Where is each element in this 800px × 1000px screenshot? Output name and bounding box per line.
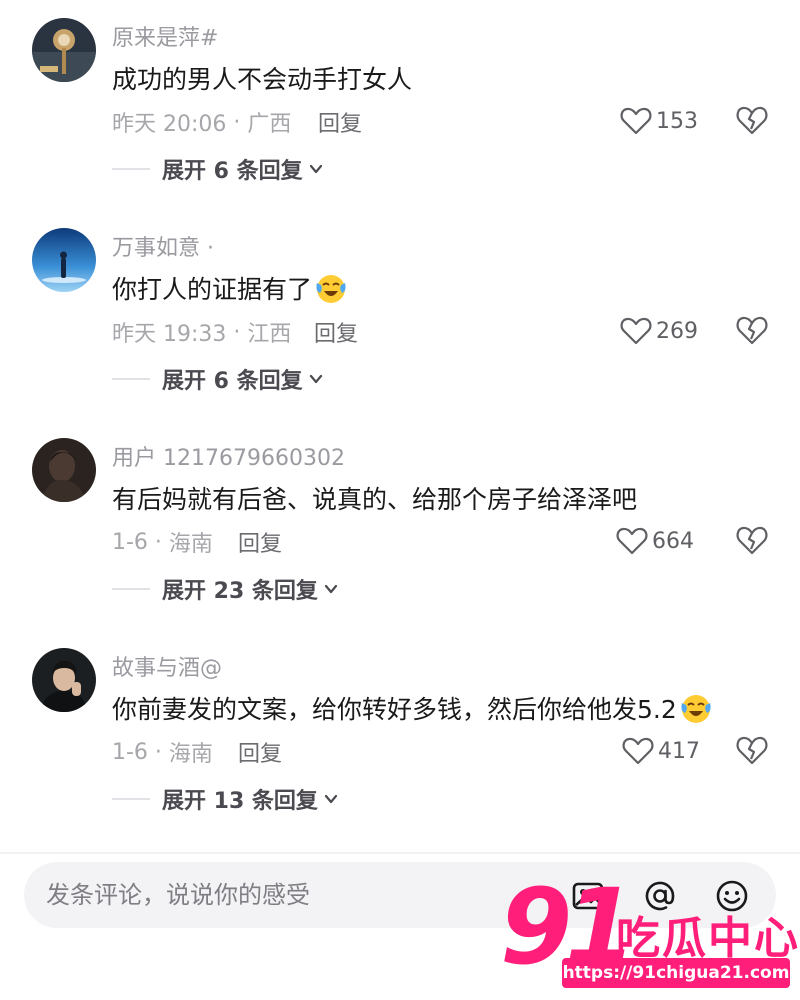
comment-item: 故事与酒@ 你前妻发的文案，给你转好多钱，然后你给他发5.2 1-6 · 海南 … [0,630,800,840]
like-button[interactable]: 664 [616,524,694,558]
expand-replies-label: 展开 6 条回复 [162,369,303,394]
reply-button[interactable]: 回复 [238,736,282,768]
comment-location: 海南 [168,532,213,557]
reply-button[interactable]: 回复 [318,106,362,138]
meta-separator: · [226,109,248,135]
expand-replies-button[interactable]: 展开 13 条回复 [112,784,340,814]
comment-username[interactable]: 万事如意 · [112,230,214,262]
comment-text: 成功的男人不会动手打女人 [112,60,412,96]
chevron-down-icon [324,584,338,594]
expand-replies-label: 展开 23 条回复 [162,579,318,604]
broken-heart-icon[interactable] [735,734,769,766]
comment-text: 有后妈就有后爸、说真的、给那个房子给泽泽吧 [112,480,637,516]
like-count: 664 [652,528,694,554]
comment-text-content: 你打人的证据有了 [112,275,313,304]
reply-button[interactable]: 回复 [314,316,358,348]
heart-icon [622,737,654,765]
broken-heart-icon[interactable] [735,314,769,346]
comment-meta: 1-6 · 海南 [112,736,213,768]
avatar[interactable] [32,648,96,712]
meta-separator: · [147,529,169,555]
comment-item: 原来是萍# 成功的男人不会动手打女人 昨天 20:06 · 广西 回复 153 … [0,0,800,210]
heart-icon [620,317,652,345]
watermark-title: 吃瓜中心 [616,913,800,964]
heart-icon [620,107,652,135]
comment-username[interactable]: 用户 1217679660302 [112,440,345,472]
like-button[interactable]: 269 [620,314,698,348]
comment-meta: 1-6 · 海南 [112,526,213,558]
meta-separator: · [147,739,169,765]
expand-divider-line [112,168,150,170]
heart-icon [616,527,648,555]
like-count: 153 [656,108,698,134]
comment-location: 广西 [247,112,292,137]
expand-divider-line [112,588,150,590]
comment-item: 万事如意 · 你打人的证据有了 昨天 19:33 · 江西 回复 269 展开 … [0,210,800,420]
comment-time: 1-6 [112,529,148,555]
crying-laughing-emoji-icon [316,275,346,303]
broken-heart-icon[interactable] [735,524,769,556]
expand-replies-button[interactable]: 展开 23 条回复 [112,574,340,604]
comment-text-content: 成功的男人不会动手打女人 [112,65,413,94]
broken-heart-icon[interactable] [735,104,769,136]
avatar[interactable] [32,18,96,82]
like-button[interactable]: 417 [622,734,700,768]
watermark-url: https://91chigua21.com [562,958,790,988]
chevron-down-icon [309,164,322,174]
expand-divider-line [112,798,150,800]
expand-replies-button[interactable]: 展开 6 条回复 [112,364,325,394]
comment-time: 昨天 20:06 [112,112,227,137]
like-button[interactable]: 153 [620,104,698,138]
comment-text: 你前妻发的文案，给你转好多钱，然后你给他发5.2 [112,690,713,726]
avatar[interactable] [32,438,96,502]
comment-time: 1-6 [112,739,148,765]
comment-username[interactable]: 原来是萍# [112,20,218,52]
input-divider [0,852,800,854]
comment-text-content: 有后妈就有后爸、说真的、给那个房子给泽泽吧 [112,485,638,514]
comment-meta: 昨天 20:06 · 广西 [112,106,291,138]
expand-replies-label: 展开 13 条回复 [162,789,318,814]
expand-replies-label: 展开 6 条回复 [162,159,303,184]
avatar[interactable] [32,228,96,292]
meta-separator: · [226,319,248,345]
reply-button[interactable]: 回复 [238,526,282,558]
comment-location: 江西 [247,322,292,347]
expand-replies-button[interactable]: 展开 6 条回复 [112,154,325,184]
comment-time: 昨天 19:33 [112,322,227,347]
like-count: 417 [658,738,700,764]
comment-location: 海南 [168,742,213,767]
comment-input[interactable] [46,862,546,928]
chevron-down-icon [309,374,322,384]
comment-username[interactable]: 故事与酒@ [112,650,222,682]
comment-text-content: 你前妻发的文案，给你转好多钱，然后你给他发5.2 [112,695,677,724]
crying-laughing-emoji-icon [681,695,711,723]
chevron-down-icon [324,794,338,804]
watermark-logo: 91 吃瓜中心 https://91chigua21.com [500,866,800,1000]
comment-meta: 昨天 19:33 · 江西 [112,316,291,348]
comment-item: 用户 1217679660302 有后妈就有后爸、说真的、给那个房子给泽泽吧 1… [0,420,800,630]
expand-divider-line [112,378,150,380]
comment-text: 你打人的证据有了 [112,270,348,306]
like-count: 269 [656,318,698,344]
